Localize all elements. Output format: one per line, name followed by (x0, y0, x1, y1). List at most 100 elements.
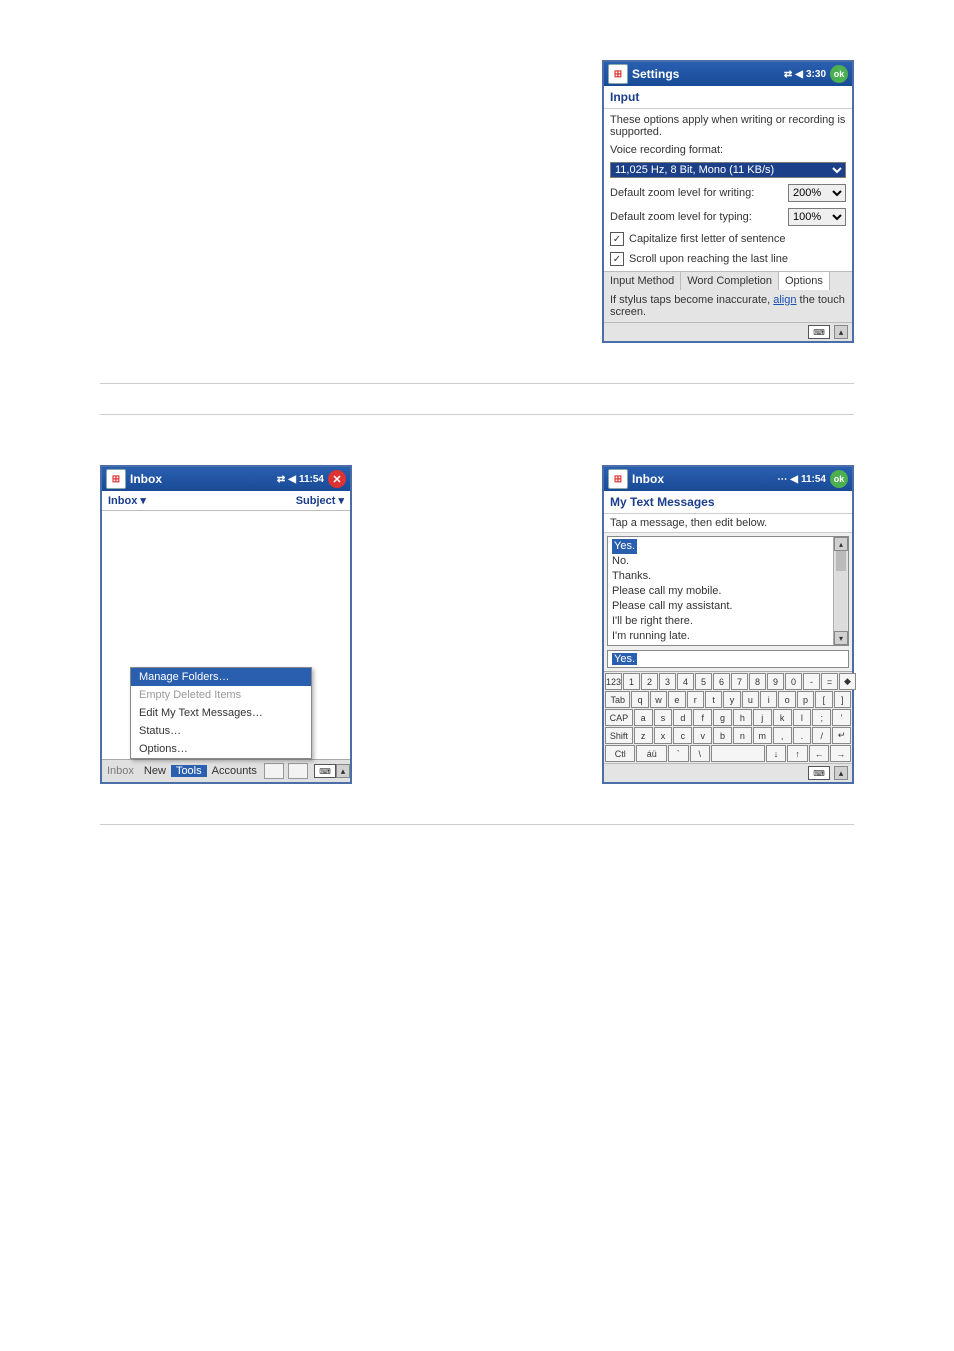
menu-status[interactable]: Status… (131, 722, 311, 740)
keyboard-key[interactable] (711, 745, 765, 762)
keyboard-key[interactable]: w (650, 691, 667, 708)
keyboard-key[interactable]: → (830, 745, 851, 762)
keyboard-key[interactable]: ; (812, 709, 831, 726)
message-list[interactable]: Manage Folders… Empty Deleted Items Edit… (102, 511, 350, 759)
soft-keyboard[interactable]: 1231234567890-=◆ Tabqwertyuiop[] CAPasdf… (604, 671, 852, 763)
ok-button[interactable]: ok (830, 65, 848, 83)
sort-dropdown[interactable]: Subject ▾ (296, 494, 344, 507)
keyboard-key[interactable]: Ctl (605, 745, 635, 762)
keyboard-key[interactable]: 6 (713, 673, 730, 690)
keyboard-key[interactable]: ` (668, 745, 689, 762)
ok-button[interactable]: ok (830, 470, 848, 488)
list-item[interactable]: Thanks. (612, 569, 829, 584)
keyboard-key[interactable]: e (668, 691, 685, 708)
keyboard-key[interactable]: a (634, 709, 653, 726)
menu-tools[interactable]: Tools (171, 765, 207, 777)
keyboard-key[interactable]: 1 (623, 673, 640, 690)
tab-input-method[interactable]: Input Method (604, 272, 681, 290)
keyboard-key[interactable]: g (713, 709, 732, 726)
keyboard-key[interactable]: 9 (767, 673, 784, 690)
keyboard-key[interactable]: b (713, 727, 732, 744)
folder-dropdown[interactable]: Inbox ▾ (108, 494, 146, 507)
keyboard-key[interactable]: j (753, 709, 772, 726)
scroll-up-button[interactable]: ▴ (834, 537, 848, 551)
keyboard-key[interactable]: c (673, 727, 692, 744)
keyboard-key[interactable]: h (733, 709, 752, 726)
keyboard-key[interactable]: \ (690, 745, 711, 762)
keyboard-key[interactable]: / (812, 727, 831, 744)
menu-new[interactable]: New (139, 765, 171, 777)
list-item[interactable]: Please call my mobile. (612, 584, 829, 599)
keyboard-key[interactable]: ' (832, 709, 851, 726)
sip-keyboard-icon[interactable]: ⌨ (808, 766, 830, 780)
align-link[interactable]: align (773, 294, 796, 306)
keyboard-key[interactable]: p (797, 691, 814, 708)
keyboard-key[interactable]: o (778, 691, 795, 708)
sip-up-button[interactable]: ▴ (834, 325, 848, 339)
keyboard-key[interactable]: [ (815, 691, 832, 708)
list-item[interactable]: Please call my assistant. (612, 599, 829, 614)
voice-format-select[interactable]: 11,025 Hz, 8 Bit, Mono (11 KB/s) (610, 162, 846, 178)
keyboard-key[interactable]: 2 (641, 673, 658, 690)
messages-listbox[interactable]: Yes. No. Thanks. Please call my mobile. … (607, 536, 849, 646)
keyboard-key[interactable]: CAP (605, 709, 633, 726)
list-item[interactable]: No. (612, 554, 829, 569)
keyboard-key[interactable]: 4 (677, 673, 694, 690)
keyboard-key[interactable]: ← (809, 745, 830, 762)
keyboard-key[interactable]: 8 (749, 673, 766, 690)
keyboard-key[interactable]: 3 (659, 673, 676, 690)
sip-up-button[interactable]: ▴ (834, 766, 848, 780)
keyboard-key[interactable]: ↑ (787, 745, 808, 762)
capitalize-checkbox[interactable]: ✓ (610, 232, 624, 246)
keyboard-key[interactable]: i (760, 691, 777, 708)
keyboard-key[interactable]: 123 (605, 673, 622, 690)
tray-icon[interactable] (288, 763, 308, 779)
start-icon[interactable]: ⊞ (106, 469, 126, 489)
menu-options[interactable]: Options… (131, 740, 311, 758)
keyboard-key[interactable]: 7 (731, 673, 748, 690)
keyboard-key[interactable]: . (793, 727, 812, 744)
keyboard-key[interactable]: , (773, 727, 792, 744)
zoom-write-select[interactable]: 200% (788, 184, 846, 202)
keyboard-key[interactable]: s (654, 709, 673, 726)
list-item[interactable]: Yes. (612, 539, 637, 554)
keyboard-key[interactable]: 5 (695, 673, 712, 690)
keyboard-key[interactable]: - (803, 673, 820, 690)
keyboard-key[interactable]: d (673, 709, 692, 726)
close-button[interactable]: ✕ (328, 470, 346, 488)
keyboard-key[interactable]: r (687, 691, 704, 708)
tray-icon[interactable] (264, 763, 284, 779)
keyboard-key[interactable]: Tab (605, 691, 630, 708)
keyboard-key[interactable]: n (733, 727, 752, 744)
keyboard-key[interactable]: áü (636, 745, 666, 762)
sip-keyboard-icon[interactable]: ⌨ (314, 764, 336, 778)
keyboard-key[interactable]: f (693, 709, 712, 726)
keyboard-key[interactable]: ↓ (766, 745, 787, 762)
start-icon[interactable]: ⊞ (608, 64, 628, 84)
menu-inbox[interactable]: Inbox (102, 765, 139, 777)
keyboard-key[interactable]: v (693, 727, 712, 744)
scroll-down-button[interactable]: ▾ (834, 631, 848, 645)
scroll-thumb[interactable] (836, 551, 846, 571)
keyboard-key[interactable]: m (753, 727, 772, 744)
keyboard-key[interactable]: y (723, 691, 740, 708)
keyboard-key[interactable]: ] (834, 691, 851, 708)
scrollbar[interactable]: ▴ ▾ (833, 537, 848, 645)
keyboard-key[interactable]: x (654, 727, 673, 744)
keyboard-key[interactable]: ↵ (832, 727, 851, 744)
keyboard-key[interactable]: q (631, 691, 648, 708)
tab-word-completion[interactable]: Word Completion (681, 272, 779, 290)
menu-accounts[interactable]: Accounts (207, 765, 262, 777)
tab-options[interactable]: Options (779, 272, 830, 290)
keyboard-key[interactable]: 0 (785, 673, 802, 690)
keyboard-key[interactable]: k (773, 709, 792, 726)
keyboard-key[interactable]: = (821, 673, 838, 690)
keyboard-key[interactable]: l (793, 709, 812, 726)
keyboard-key[interactable]: u (742, 691, 759, 708)
keyboard-key[interactable]: z (634, 727, 653, 744)
edit-input[interactable]: Yes. (607, 650, 849, 668)
keyboard-key[interactable]: ◆ (839, 673, 856, 690)
list-item[interactable]: I'll be right there. (612, 614, 829, 629)
menu-edit-my-text[interactable]: Edit My Text Messages… (131, 704, 311, 722)
sip-up-button[interactable]: ▴ (336, 764, 350, 778)
